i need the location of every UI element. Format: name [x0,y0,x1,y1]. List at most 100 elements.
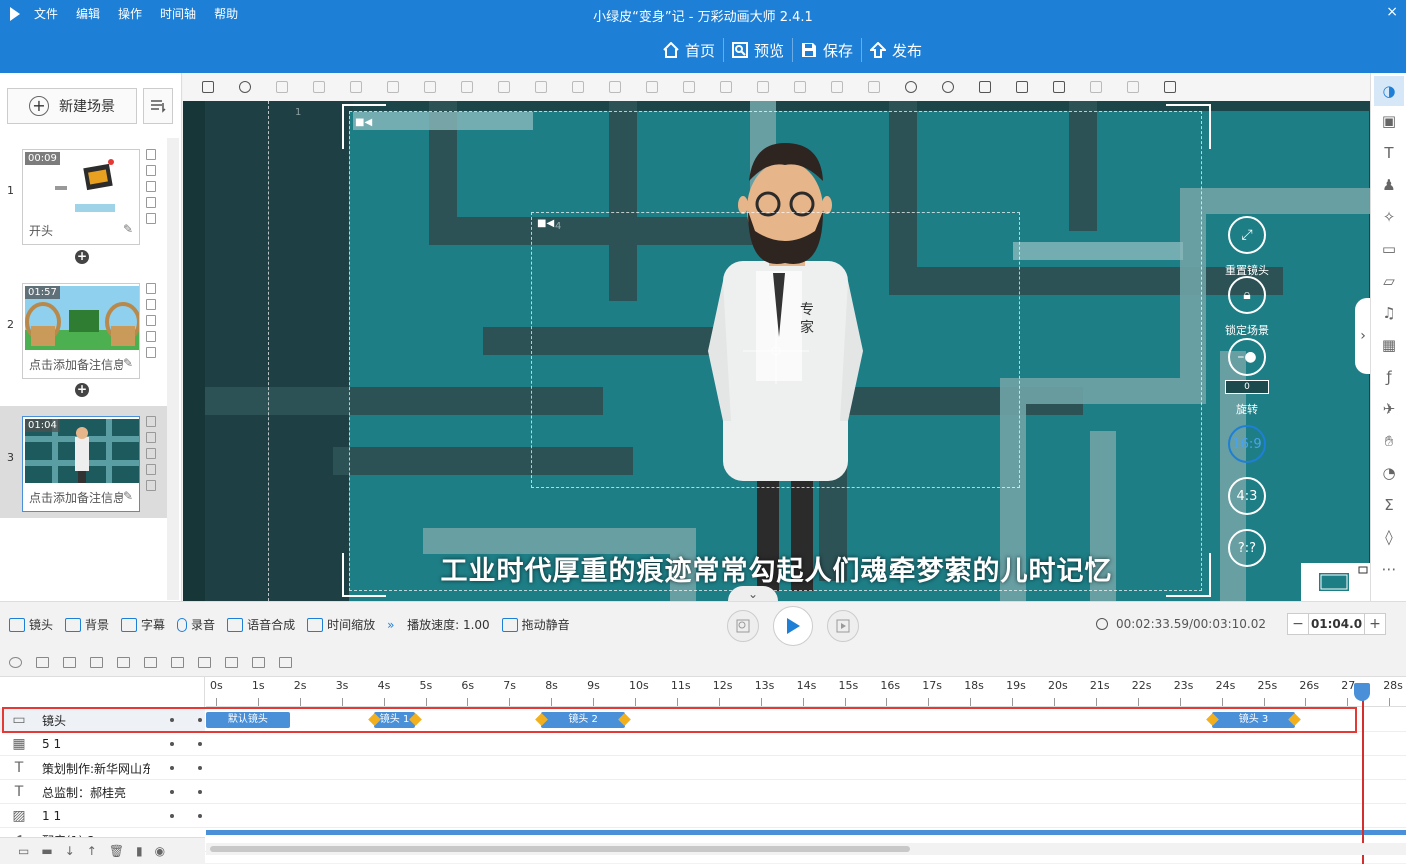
edit-icon[interactable]: ✎ [123,222,133,236]
time-scale-tool[interactable]: 时间缩放 [307,616,375,633]
drag-mute-tool[interactable]: 拖动静音 [501,616,570,633]
track-row[interactable] [0,756,1406,780]
duplicate-icon[interactable] [146,197,156,208]
rotate-dial[interactable]: –● [1228,338,1266,376]
align-right-icon[interactable] [117,657,130,668]
track-row[interactable] [0,804,1406,828]
star-icon[interactable] [146,347,156,358]
toolbar-button[interactable] [411,76,448,98]
filter-icon[interactable] [36,657,49,668]
time-ruler[interactable]: 0s 1s 2s 3s 4s 5s 6s 7s 8s 9s 10s 11s 12s 13s 14s 15s 16… [206,677,1406,707]
scene-item[interactable]: 2 01:57 点击添加备注信息 ✎ [0,273,168,385]
film-icon[interactable]: ▦ [1379,335,1399,355]
copy-icon[interactable] [146,149,156,160]
delete-icon[interactable]: 🗑︎ [109,844,124,858]
more-icon[interactable]: ⋯ [1379,559,1399,579]
redo-button[interactable] [1114,76,1151,98]
split-icon[interactable] [198,657,211,668]
toolbar-button[interactable] [522,76,559,98]
new-scene-button[interactable]: + 新建场景 [7,88,137,124]
export-icon[interactable] [146,181,156,192]
magic-wand-icon[interactable]: ✧ [1379,207,1399,227]
zoom-plus-button[interactable]: + [1365,614,1385,634]
scene-thumbnail[interactable]: 01:57 点击添加备注信息 ✎ [22,283,140,379]
reset-camera-button[interactable]: ⤢ [1228,216,1266,254]
toolbar-button[interactable] [744,76,781,98]
paste-button[interactable] [1040,76,1077,98]
add-folder-icon[interactable]: ▭ [18,844,29,858]
toolbar-button[interactable] [263,76,300,98]
toolbar-button[interactable] [707,76,744,98]
toolbar-button[interactable] [855,76,892,98]
delete-icon[interactable] [146,299,156,310]
speech-bubble-icon[interactable]: ▭ [1379,239,1399,259]
scene-list-button[interactable] [143,88,173,124]
formula-icon[interactable]: Σ [1379,495,1399,515]
expand-panel-button[interactable]: › [1355,298,1371,374]
rotate-value-input[interactable]: 0 [1225,380,1269,394]
home-button[interactable]: 首页 [655,38,725,62]
scene-scrollbar[interactable] [167,138,179,600]
edit-icon[interactable]: ✎ [123,489,133,503]
export-icon[interactable] [146,315,156,326]
timeline-scrollbar[interactable] [206,843,1406,855]
tts-tool[interactable]: 语音合成 [227,616,295,633]
toolbar-button[interactable] [818,76,855,98]
duplicate-icon[interactable] [146,331,156,342]
toolbar-button[interactable] [374,76,411,98]
playback-speed-tool[interactable]: » 播放速度: 1.00 [387,616,490,633]
copy-icon[interactable] [146,416,156,427]
undo-button[interactable] [1077,76,1114,98]
camera-clip[interactable]: 镜头 2 [541,712,625,728]
extend-left-icon[interactable] [225,657,238,668]
move-down-icon[interactable]: ↓ [65,844,75,858]
grid-button[interactable] [1151,76,1188,98]
lock-icon[interactable]: ▮ [136,844,143,858]
delete-icon[interactable] [146,165,156,176]
distribute-icon[interactable] [171,657,184,668]
clear-filter-icon[interactable] [63,657,76,668]
close-icon[interactable]: × [1386,4,1398,20]
save-button[interactable]: 保存 [793,38,863,62]
plane-icon[interactable]: ✈ [1379,399,1399,419]
scene-name[interactable]: 点击添加备注信息 [29,489,123,506]
ratio-16-9-button[interactable]: 16:9 [1228,425,1266,463]
scene-item-active[interactable]: 3 01:04 点击添加备注信息 ✎ [0,406,168,518]
toolbar-button[interactable] [670,76,707,98]
lock-canvas-button[interactable] [966,76,1003,98]
scrollbar-thumb[interactable] [210,846,910,852]
collapse-timeline-button[interactable]: ⌄ [728,586,778,601]
play-button[interactable] [773,606,813,646]
copy-button[interactable] [1003,76,1040,98]
star-icon[interactable] [146,480,156,491]
scene-thumbnail[interactable]: 00:09 开头 ✎ [22,149,140,245]
ratio-4-3-button[interactable]: 4:3 [1228,477,1266,515]
publish-button[interactable]: 发布 [862,38,930,62]
preview-scene-button[interactable] [727,610,759,642]
copy-icon[interactable] [146,283,156,294]
shape-icon[interactable]: ◑ [1374,76,1404,106]
target-icon[interactable] [9,657,22,668]
extend-right-icon[interactable] [252,657,265,668]
camera-tool[interactable]: 镜头 [9,616,53,633]
scene-thumbnail[interactable]: 01:04 点击添加备注信息 ✎ [22,416,140,512]
drop-icon[interactable]: ◊ [1379,527,1399,547]
hand-icon[interactable]: ✋︎ [1379,431,1399,451]
canvas[interactable]: 专家 ■◀ 1 ■◀ 4 工业时代厚重的痕迹常常勾起人们魂牵梦萦的儿时记忆 ⤢ … [183,101,1370,601]
edit-icon[interactable]: ✎ [123,356,133,370]
toolbar-button[interactable] [633,76,670,98]
zoom-minus-button[interactable]: − [1288,614,1308,634]
pie-chart-icon[interactable]: ◔ [1379,463,1399,483]
move-up-icon[interactable]: ↑ [87,844,97,858]
toolbar-button[interactable] [559,76,596,98]
zoom-in-button[interactable] [892,76,929,98]
home-view-button[interactable] [189,76,226,98]
record-tool[interactable]: 录音 [177,616,215,633]
eye-icon[interactable]: ◉ [155,844,165,858]
track-row[interactable] [0,780,1406,804]
zoom-out-button[interactable] [929,76,966,98]
toolbar-button[interactable] [596,76,633,98]
folder-icon[interactable]: ▬ [41,844,52,858]
camera-clip[interactable]: 镜头 3 [1211,712,1296,728]
scene-item[interactable]: 1 00:09 开头 ✎ [0,139,168,251]
